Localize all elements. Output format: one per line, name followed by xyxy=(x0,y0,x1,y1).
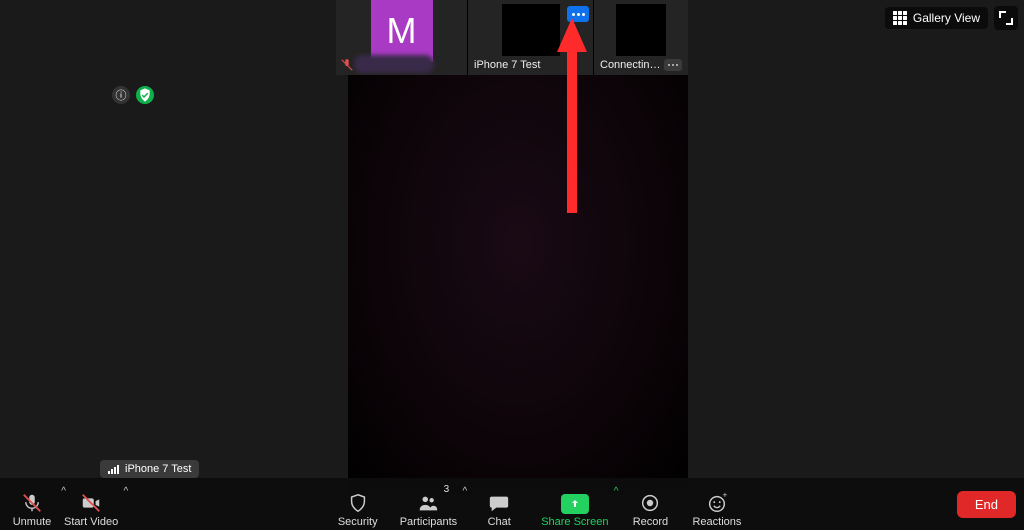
chat-label: Chat xyxy=(488,516,511,528)
participant-name: iPhone 7 Test xyxy=(474,59,587,71)
unmute-button[interactable]: Unmute ^ xyxy=(8,480,56,528)
share-screen-label: Share Screen xyxy=(541,516,608,528)
chat-icon xyxy=(488,492,510,514)
fullscreen-icon xyxy=(999,11,1013,25)
record-icon xyxy=(639,492,661,514)
video-placeholder xyxy=(502,4,560,56)
shield-check-icon xyxy=(137,87,153,103)
video-placeholder xyxy=(616,4,666,56)
svg-text:+: + xyxy=(722,492,727,500)
participants-count: 3 xyxy=(444,484,450,495)
muted-mic-icon xyxy=(340,58,354,72)
info-icon: ⓘ xyxy=(116,87,127,103)
participant-name: Connecting t... xyxy=(600,59,666,71)
participant-thumbnails: M iPhone 7 Test Connecting t... xyxy=(336,0,688,75)
chat-button[interactable]: Chat xyxy=(475,480,523,528)
meeting-toolbar: Unmute ^ Start Video ^ Security 3 Partic… xyxy=(0,478,1024,530)
mic-muted-icon xyxy=(21,492,43,514)
share-screen-button[interactable]: Share Screen ^ xyxy=(541,480,608,528)
grid-icon xyxy=(893,11,907,25)
record-button[interactable]: Record xyxy=(626,480,674,528)
reactions-button[interactable]: + Reactions xyxy=(692,480,741,528)
participants-button[interactable]: 3 Participants ^ xyxy=(400,480,457,528)
participant-name-redacted xyxy=(354,55,434,73)
security-button[interactable]: Security xyxy=(334,480,382,528)
signal-icon xyxy=(108,464,119,474)
fullscreen-button[interactable] xyxy=(994,6,1018,30)
start-video-button[interactable]: Start Video ^ xyxy=(64,480,118,528)
camera-off-icon xyxy=(80,492,102,514)
meeting-info-button[interactable]: ⓘ xyxy=(112,86,130,104)
participant-more-button[interactable] xyxy=(567,6,589,22)
start-video-label: Start Video xyxy=(64,516,118,528)
reactions-icon: + xyxy=(706,492,728,514)
share-options-chevron[interactable]: ^ xyxy=(614,486,619,497)
active-speaker-video xyxy=(348,75,688,495)
participants-options-chevron[interactable]: ^ xyxy=(462,486,467,497)
participants-icon xyxy=(417,492,439,514)
shield-icon xyxy=(347,492,369,514)
gallery-view-label: Gallery View xyxy=(913,11,980,25)
participant-tile[interactable]: iPhone 7 Test xyxy=(468,0,594,75)
encryption-badge[interactable] xyxy=(136,86,154,104)
video-options-chevron[interactable]: ^ xyxy=(124,486,129,497)
security-label: Security xyxy=(338,516,378,528)
participant-tile[interactable]: Connecting t... xyxy=(594,0,688,75)
participants-label: Participants xyxy=(400,516,457,528)
audio-source-tooltip: iPhone 7 Test xyxy=(100,460,199,478)
gallery-view-button[interactable]: Gallery View xyxy=(885,7,988,29)
reactions-label: Reactions xyxy=(692,516,741,528)
audio-source-label: iPhone 7 Test xyxy=(125,463,191,475)
avatar: M xyxy=(371,0,433,62)
unmute-label: Unmute xyxy=(13,516,52,528)
record-label: Record xyxy=(633,516,668,528)
participant-tile[interactable]: M xyxy=(336,0,468,75)
end-meeting-button[interactable]: End xyxy=(957,491,1016,518)
share-screen-icon xyxy=(561,494,589,514)
connecting-indicator-icon xyxy=(664,59,682,71)
